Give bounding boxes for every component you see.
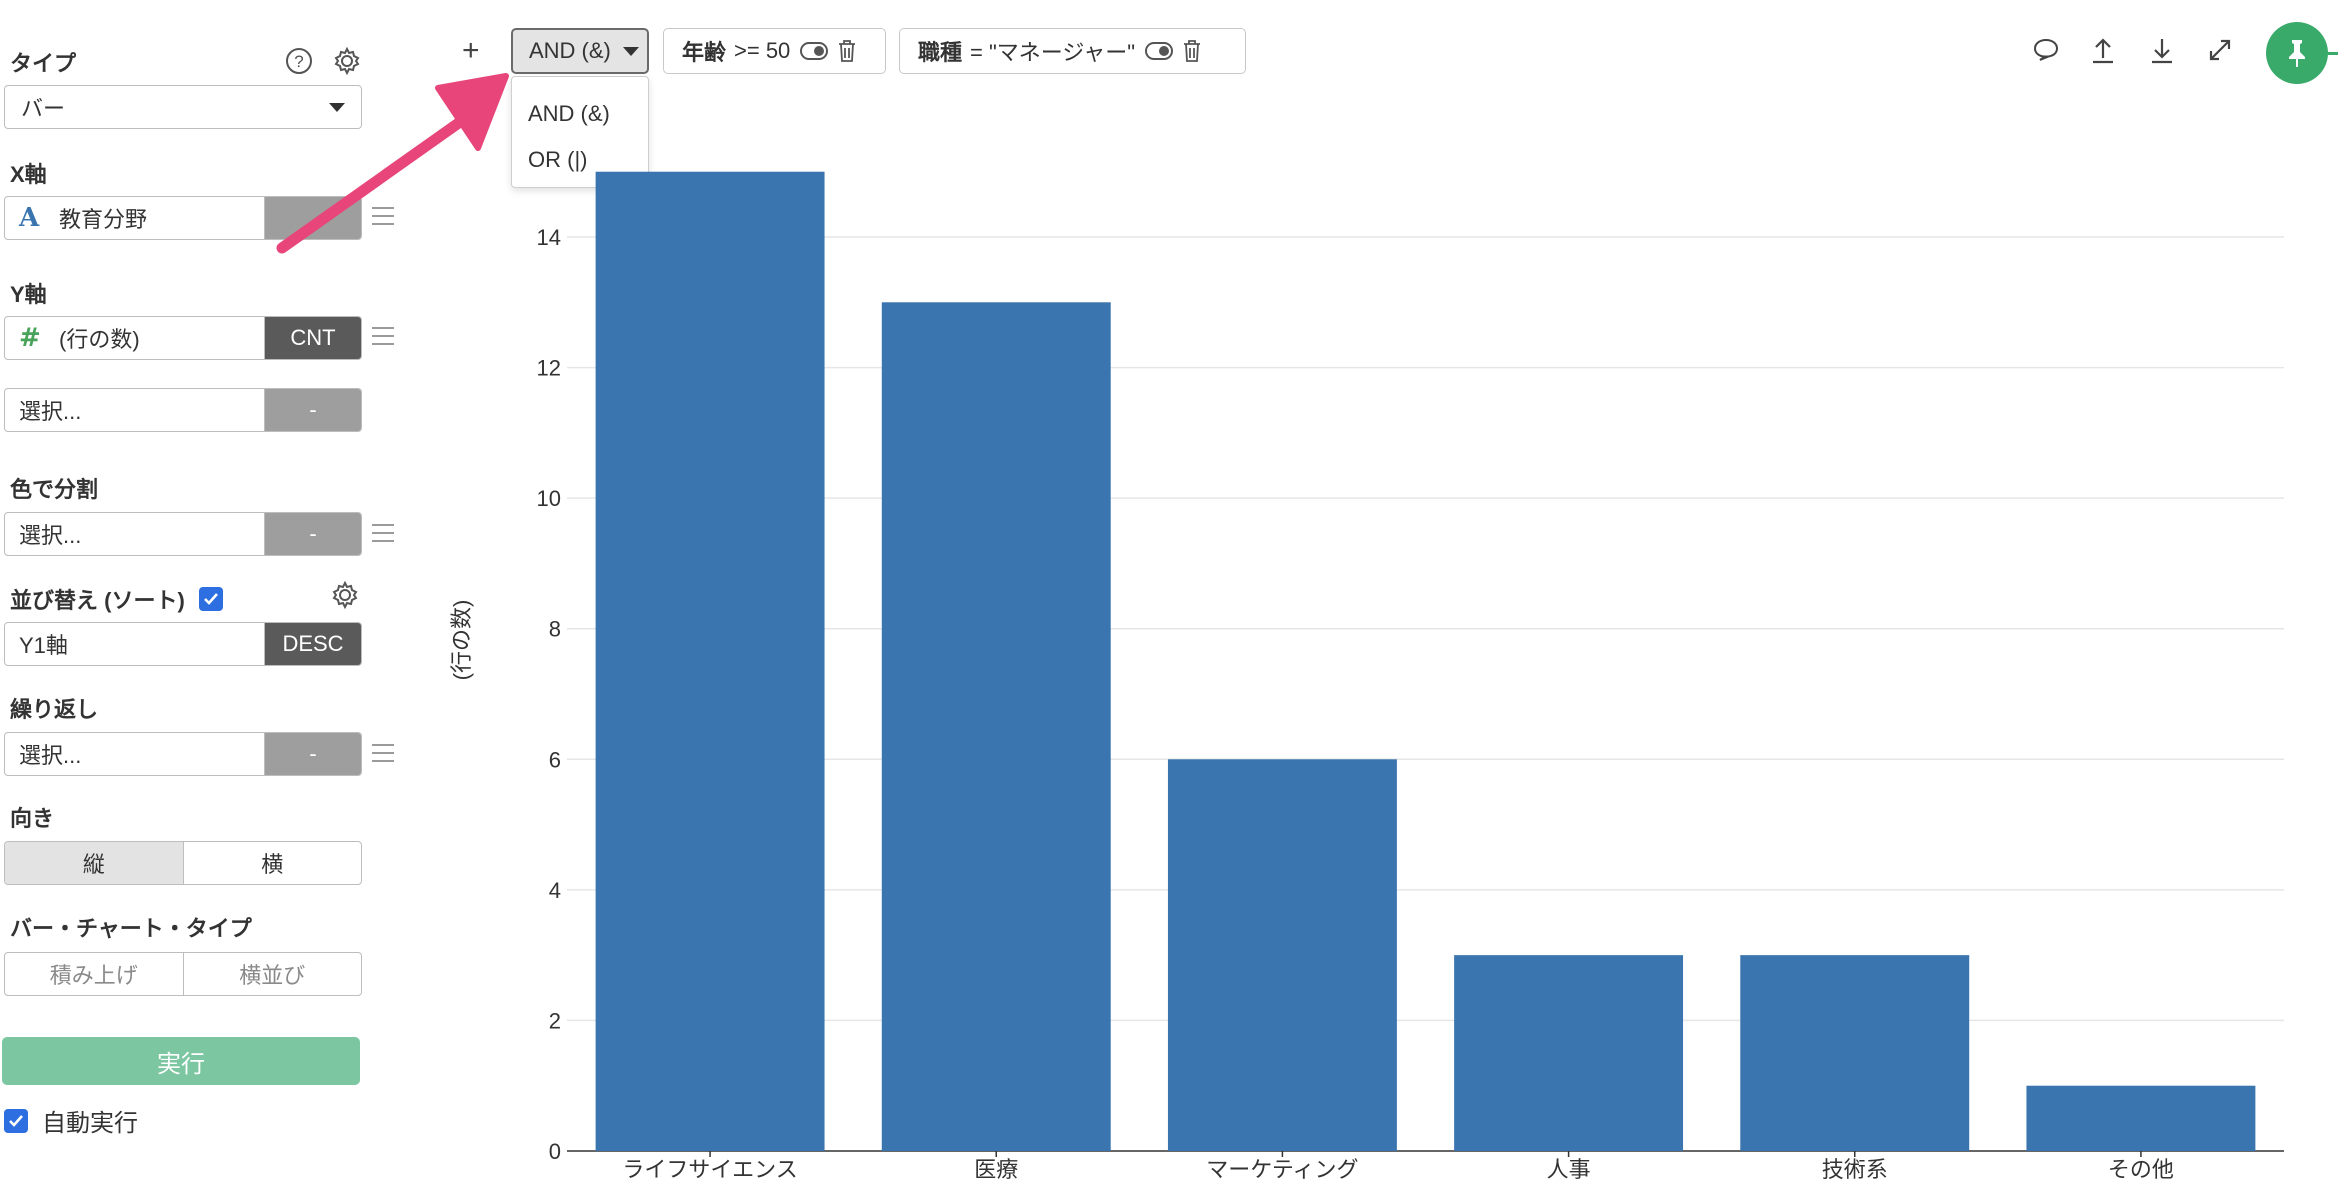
y-axis-2-placeholder: 選択...	[19, 399, 82, 424]
sort-row: 並び替え (ソート)	[10, 583, 223, 615]
bar[interactable]	[1454, 955, 1684, 1151]
stacked-button[interactable]: 積み上げ	[5, 953, 183, 995]
pin-connector	[2328, 52, 2338, 55]
comment-icon[interactable]	[2026, 30, 2066, 70]
filter-condition: = "マネージャー"	[970, 40, 1136, 65]
y-axis-aggregate-button[interactable]: CNT	[265, 317, 361, 359]
check-icon	[9, 1114, 23, 1127]
sort-checkbox[interactable]	[198, 587, 223, 611]
trash-icon[interactable]	[836, 39, 858, 63]
y-axis-field[interactable]: # (行の数) CNT	[4, 316, 362, 360]
auto-run-row: 自動実行	[4, 1103, 138, 1138]
x-tick-label: 人事	[1547, 1157, 1591, 1182]
y-tick-label: 12	[537, 356, 561, 381]
expand-icon[interactable]	[2200, 30, 2240, 70]
x-axis-column: 教育分野	[59, 207, 148, 232]
auto-run-label: 自動実行	[42, 1110, 138, 1137]
bar-type-label: バー・チャート・タイプ	[10, 916, 252, 941]
sort-label: 並び替え (ソート)	[10, 588, 185, 613]
x-tick-label: マーケティング	[1206, 1157, 1358, 1182]
bars	[595, 171, 2256, 1151]
x-tick-label: その他	[2108, 1157, 2174, 1182]
filter-field: 職種	[918, 40, 963, 65]
bar[interactable]	[1740, 955, 1970, 1151]
y-tick-label: 14	[537, 225, 561, 250]
side-by-side-button[interactable]: 横並び	[182, 953, 362, 995]
bar[interactable]	[881, 302, 1111, 1151]
toggle-icon[interactable]	[1145, 42, 1174, 60]
orientation-vertical-button[interactable]: 縦	[5, 842, 183, 884]
orientation-toggle: 縦 横	[4, 841, 362, 885]
chart-type-value: バー	[21, 96, 66, 121]
drag-handle-icon[interactable]	[372, 524, 394, 542]
bar[interactable]	[595, 171, 825, 1151]
y-tick-label: 6	[549, 747, 561, 772]
auto-run-checkbox[interactable]	[4, 1108, 28, 1133]
color-split-label: 色で分割	[10, 477, 99, 502]
text-type-icon: A	[19, 203, 40, 233]
x-tick-label: 技術系	[1822, 1157, 1888, 1182]
drag-handle-icon[interactable]	[372, 327, 394, 345]
sort-column: Y1軸	[19, 633, 68, 658]
filter-field: 年齢	[682, 40, 727, 65]
type-label: タイプ	[10, 51, 77, 76]
y-axis-title: (行の数)	[449, 599, 474, 681]
repeat-label: 繰り返し	[10, 697, 99, 722]
sort-field[interactable]: Y1軸 DESC	[4, 622, 362, 666]
pin-icon	[2289, 40, 2305, 67]
upload-icon[interactable]	[2083, 30, 2123, 70]
sort-settings-gear-icon[interactable]	[328, 578, 362, 612]
x-tick-label: ライフサイエンス	[622, 1157, 797, 1182]
filter-chip-job[interactable]: 職種 = "マネージャー"	[899, 28, 1246, 74]
annotation-arrow-icon	[276, 73, 509, 254]
y-tick-label: 10	[537, 486, 561, 511]
filter-chip-age[interactable]: 年齢 >= 50	[663, 28, 886, 74]
run-button[interactable]: 実行	[2, 1037, 360, 1085]
drag-handle-icon[interactable]	[372, 744, 394, 762]
color-split-placeholder: 選択...	[19, 523, 82, 548]
toggle-icon[interactable]	[800, 42, 829, 60]
logic-operator-button[interactable]: AND (&)	[511, 28, 649, 74]
y-axis-column: (行の数)	[59, 327, 140, 352]
repeat-placeholder: 選択...	[19, 743, 82, 768]
x-axis-label: X軸	[10, 162, 47, 187]
pin-button[interactable]	[2266, 22, 2328, 84]
orientation-horizontal-button[interactable]: 横	[182, 842, 362, 884]
download-icon[interactable]	[2142, 30, 2182, 70]
x-axis-ticks: ライフサイエンス 医療 マーケティング 人事 技術系 その他	[622, 1151, 2174, 1182]
bar[interactable]	[2026, 1085, 2256, 1151]
y-tick-label: 8	[549, 617, 561, 642]
chevron-down-icon	[622, 46, 639, 56]
orientation-label: 向き	[10, 806, 55, 831]
logic-operator-value: AND (&)	[529, 38, 611, 63]
color-split-aggregate-button[interactable]: -	[265, 513, 361, 555]
y-axis-field-2[interactable]: 選択... -	[4, 388, 362, 432]
repeat-field[interactable]: 選択... -	[4, 732, 362, 776]
trash-icon[interactable]	[1181, 39, 1203, 63]
y-axis-label: Y軸	[10, 282, 47, 307]
filter-condition: >= 50	[734, 38, 791, 63]
x-tick-label: 医療	[974, 1157, 1018, 1182]
repeat-aggregate-button[interactable]: -	[265, 733, 361, 775]
sort-order-button[interactable]: DESC	[265, 623, 361, 665]
y-tick-label: 0	[549, 1139, 561, 1164]
y-axis-2-aggregate-button[interactable]: -	[265, 389, 361, 431]
y-axis-ticks: 0 2 4 6 8 10 12 14	[537, 225, 561, 1164]
check-icon	[203, 593, 218, 605]
bar-type-toggle: 積み上げ 横並び	[4, 952, 362, 996]
y-tick-label: 4	[549, 878, 561, 903]
y-tick-label: 2	[549, 1008, 561, 1033]
number-type-icon: #	[19, 323, 41, 353]
bar-chart: 0 2 4 6 8 10 12 14 ライフサイエンス 医療 マーケティング 人事 技術系 その他	[537, 171, 2284, 1182]
color-split-field[interactable]: 選択... -	[4, 512, 362, 556]
bar[interactable]	[1167, 759, 1397, 1151]
